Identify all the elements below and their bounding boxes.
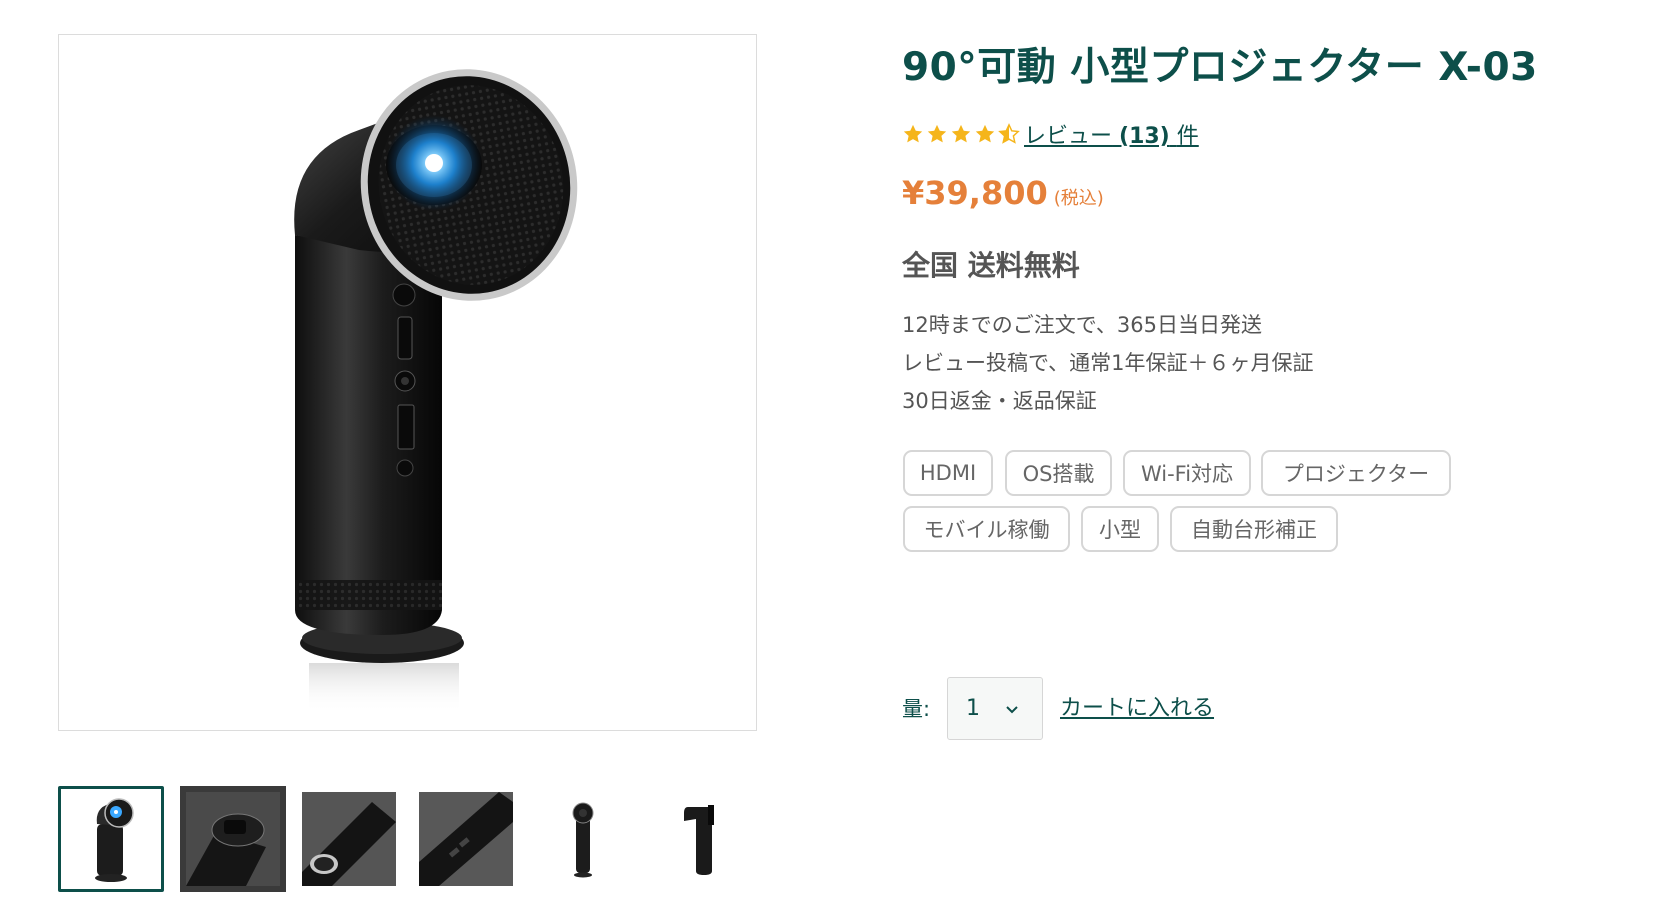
tag-wifi[interactable]: Wi-Fi対応	[1123, 450, 1251, 496]
quantity-label: 量:	[902, 697, 931, 721]
star-half-icon	[998, 123, 1020, 144]
benefit-item: 12時までのご注文で、365日当日発送	[902, 313, 1262, 337]
projector-top-closeup-thumb-image	[186, 792, 280, 886]
benefit-item: 30日返金・返品保証	[902, 389, 1097, 413]
tag-projector[interactable]: プロジェクター	[1261, 450, 1451, 496]
tag-mobile[interactable]: モバイル稼働	[903, 506, 1070, 552]
tag-compact[interactable]: 小型	[1081, 506, 1159, 552]
review-suffix: 件	[1176, 124, 1199, 149]
chevron-down-icon	[1006, 706, 1018, 714]
projector-side-thumb-image	[684, 805, 714, 875]
thumbnail-4[interactable]	[413, 786, 519, 892]
thumbnail-5[interactable]	[530, 786, 636, 892]
tag-keystone[interactable]: 自動台形補正	[1170, 506, 1338, 552]
projector-front-thumb-image	[95, 798, 134, 882]
projector-lens-angle-thumb-image	[302, 792, 396, 886]
projector-small-front-thumb-image	[572, 802, 594, 878]
rating-row: レビュー (13) 件	[902, 118, 1199, 150]
quantity-select[interactable]: 1	[947, 677, 1043, 740]
star-full-icon	[903, 124, 923, 143]
tag-hdmi[interactable]: HDMI	[903, 450, 993, 496]
add-to-cart-button[interactable]: カートに入れる	[1060, 690, 1214, 722]
projector-ports-angle-thumb-image	[419, 792, 513, 886]
benefit-item: レビュー投稿で、通常1年保証＋６ヶ月保証	[902, 351, 1314, 375]
thumbnail-strip	[58, 786, 778, 892]
tax-note: (税込)	[1053, 188, 1104, 209]
review-label: レビュー	[1024, 124, 1113, 149]
thumbnail-1[interactable]	[58, 786, 164, 892]
shipping-notice: 全国 送料無料	[902, 249, 1080, 282]
thumbnail-2[interactable]	[180, 786, 286, 892]
star-full-icon	[927, 124, 947, 143]
projector-illustration	[294, 69, 578, 713]
rating-stars	[902, 123, 1020, 145]
thumbnail-3[interactable]	[296, 786, 402, 892]
product-title: 90°可動 小型プロジェクター X-03	[902, 45, 1538, 90]
review-count: (13)	[1119, 124, 1170, 149]
product-price: ¥39,800	[902, 174, 1048, 212]
thumbnail-6[interactable]	[648, 786, 754, 892]
quantity-value: 1	[966, 696, 980, 721]
reviews-link[interactable]: レビュー (13) 件	[1024, 118, 1199, 150]
benefits-list: 12時までのご注文で、365日当日発送 レビュー投稿で、通常1年保証＋６ヶ月保証…	[902, 306, 1314, 420]
star-full-icon	[951, 124, 971, 143]
main-product-image[interactable]	[58, 34, 757, 731]
star-full-icon	[975, 124, 995, 143]
tag-os[interactable]: OS搭載	[1005, 450, 1112, 496]
price-row: ¥39,800 (税込)	[902, 174, 1104, 212]
